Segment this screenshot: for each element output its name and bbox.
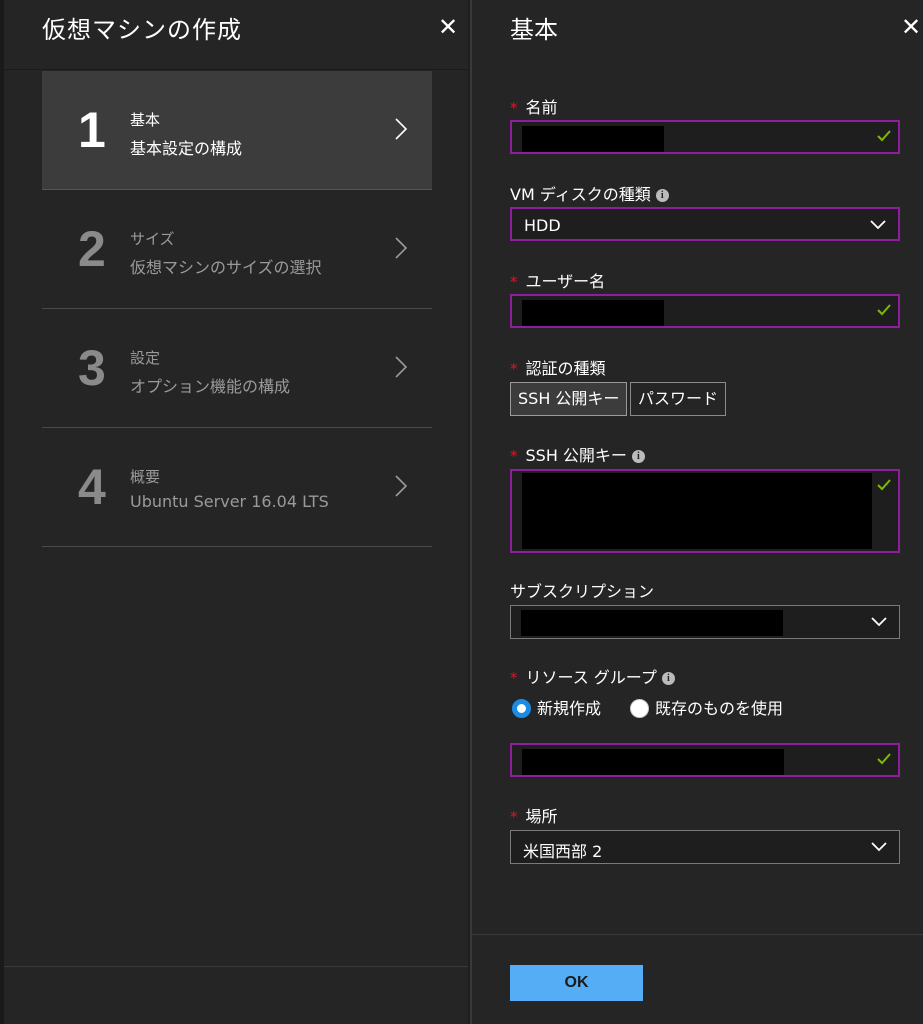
required-asterisk: *	[510, 273, 518, 291]
disk-type-value: HDD	[524, 216, 561, 235]
step-number: 4	[78, 459, 106, 515]
step-number: 3	[78, 340, 106, 396]
blade-title: 基本	[510, 16, 558, 44]
disk-type-label: VM ディスクの種類 i	[510, 181, 669, 205]
rg-existing-radio[interactable]: 既存のものを使用	[630, 695, 783, 719]
chevron-down-icon	[871, 617, 887, 627]
chevron-right-icon	[395, 118, 408, 140]
step-name: 概要	[130, 468, 161, 486]
redacted-value	[521, 610, 783, 636]
required-asterisk: *	[510, 447, 518, 465]
blade-title: 仮想マシンの作成	[42, 16, 242, 44]
name-label: * 名前	[510, 98, 558, 117]
create-vm-blade: 仮想マシンの作成 ✕ 1 基本 基本設定の構成 2 サイズ 仮想マシンのサイズの…	[0, 0, 468, 1024]
location-value: 米国西部 2	[523, 842, 603, 861]
auth-type-label: * 認証の種類	[510, 359, 606, 378]
step-name: サイズ	[130, 230, 175, 248]
location-label: * 場所	[510, 807, 558, 826]
blade-header: 仮想マシンの作成 ✕	[4, 0, 468, 70]
username-label: * ユーザー名	[510, 272, 606, 291]
ssh-key-label: * SSH 公開キー i	[510, 442, 645, 466]
chevron-down-icon	[871, 842, 887, 852]
step-number: 2	[78, 221, 106, 277]
step-number: 1	[78, 102, 106, 158]
step-desc: 基本設定の構成	[130, 139, 243, 158]
disk-type-select[interactable]: HDD	[510, 207, 900, 241]
step-basics[interactable]: 1 基本 基本設定の構成	[42, 71, 432, 190]
close-icon[interactable]: ✕	[897, 12, 923, 42]
close-icon[interactable]: ✕	[434, 12, 462, 42]
step-size[interactable]: 2 サイズ 仮想マシンのサイズの選択	[42, 190, 432, 309]
redacted-value	[522, 126, 664, 152]
checkmark-icon	[877, 479, 891, 491]
required-asterisk: *	[510, 99, 518, 117]
blade-footer: OK	[472, 934, 923, 1024]
radio-selected-icon	[512, 699, 531, 718]
subscription-select[interactable]	[510, 605, 900, 639]
info-icon[interactable]: i	[661, 672, 675, 685]
chevron-right-icon	[395, 475, 408, 497]
redacted-value	[522, 473, 872, 549]
checkmark-icon	[877, 304, 891, 316]
wizard-steps: 1 基本 基本設定の構成 2 サイズ 仮想マシンのサイズの選択 3 設定 オプシ…	[42, 71, 432, 547]
step-summary[interactable]: 4 概要 Ubuntu Server 16.04 LTS	[42, 428, 432, 547]
step-desc: オプション機能の構成	[130, 377, 291, 396]
step-desc: Ubuntu Server 16.04 LTS	[130, 492, 329, 511]
redacted-value	[522, 749, 784, 775]
location-select[interactable]: 米国西部 2	[510, 830, 900, 864]
auth-password-toggle[interactable]: パスワード	[630, 382, 727, 416]
chevron-right-icon	[395, 237, 408, 259]
radio-unselected-icon	[630, 699, 649, 718]
required-asterisk: *	[510, 669, 518, 687]
info-icon[interactable]: i	[631, 450, 645, 463]
checkmark-icon	[877, 130, 891, 142]
resource-group-input[interactable]	[510, 743, 900, 777]
checkmark-icon	[877, 753, 891, 765]
chevron-right-icon	[395, 356, 408, 378]
name-input[interactable]	[510, 120, 900, 154]
required-asterisk: *	[510, 360, 518, 378]
chevron-down-icon	[870, 220, 886, 230]
ok-button[interactable]: OK	[510, 965, 643, 1001]
subscription-label: サブスクリプション	[510, 582, 655, 601]
step-name: 設定	[130, 349, 161, 367]
step-name: 基本	[130, 111, 161, 129]
username-input[interactable]	[510, 294, 900, 328]
auth-ssh-toggle[interactable]: SSH 公開キー	[510, 382, 628, 416]
resource-group-label: * リソース グループ i	[510, 664, 675, 688]
rg-new-radio[interactable]: 新規作成	[512, 695, 601, 719]
redacted-value	[522, 300, 664, 326]
ssh-key-textarea[interactable]	[510, 469, 900, 553]
required-asterisk: *	[510, 808, 518, 826]
step-desc: 仮想マシンのサイズの選択	[130, 258, 322, 277]
step-settings[interactable]: 3 設定 オプション機能の構成	[42, 309, 432, 428]
info-icon[interactable]: i	[655, 189, 669, 202]
blade-footer	[4, 966, 468, 1024]
basics-blade: 基本 ✕ * 名前 VM ディスクの種類 i HDD * ユーザー名 * 認証の種類 S…	[470, 0, 923, 1024]
